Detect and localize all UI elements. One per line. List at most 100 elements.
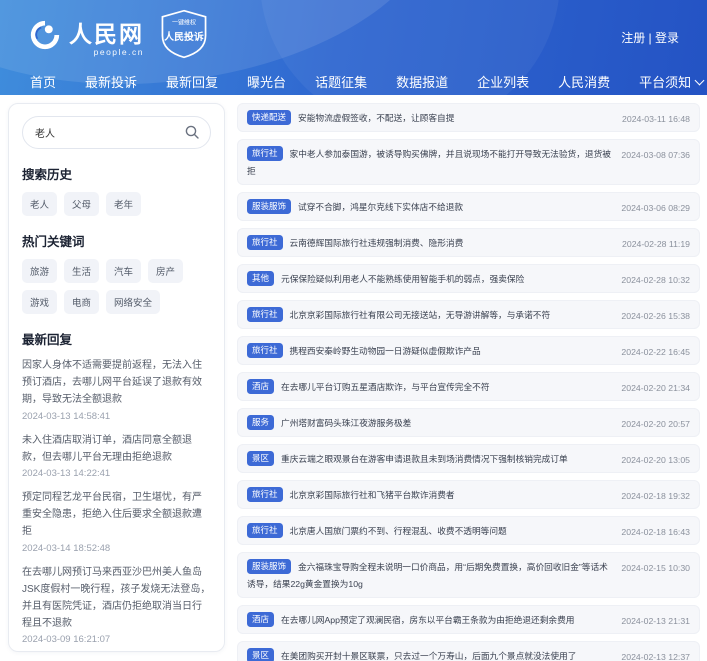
complaint-text: 在去哪儿网App预定了观澜民宿，房东以平台霸王条款为由拒绝退还剩余费用 [281,615,575,625]
complaint-date: 2024-02-13 12:37 [621,652,690,661]
content: 搜索历史 老人父母老年 热门关键词 旅游生活汽车房产游戏电商网络安全 最新回复 … [0,95,707,661]
complaint-row[interactable]: 旅行社 北京京彩国际旅行社有限公司无接送站，无导游讲解等，与承诺不符 2024-02… [237,300,700,329]
keyword-tag[interactable]: 汽车 [106,259,142,283]
reply-date: 2024-03-13 14:22:41 [22,467,111,479]
reply-item[interactable]: 预定同程艺龙平台民宿，卫生堪忧，有严重安全隐患，拒绝入住后要求全额退款遭拒 202… [22,489,211,554]
complaint-row[interactable]: 旅行社 家中老人参加泰国游，被诱导购买佛牌，并且说现场不能打开导致无法验货，退货被… [237,139,700,185]
nav-item-7[interactable]: 企业列表 [477,72,529,91]
category-badge: 服务 [247,415,275,430]
complaint-date: 2024-02-20 20:57 [621,419,690,429]
search-history-tags: 老人 父母 老年 [22,192,211,216]
category-badge: 景区 [247,648,275,661]
reply-text: 在去哪儿网预订马来西亚沙巴州美人鱼岛JSK度假村一晚行程，孩子发烧无法登岛，并且… [22,566,211,630]
nav-item-4[interactable]: 曝光台 [247,72,286,91]
complaint-date: 2024-03-08 07:36 [621,150,690,160]
keyword-tag[interactable]: 老人 [22,192,58,216]
category-badge: 旅行社 [247,523,283,538]
complaint-text: 携程西安秦岭野生动物园一日游疑似虚假欺诈产品 [289,346,481,356]
nav-item-label: 平台须知 [639,75,692,90]
nav-item-label: 人民消费 [558,75,611,90]
complaint-row[interactable]: 服装服饰 试穿不合脚，鸿星尔克线下实体店不给退款 2024-03-06 08:29 [237,192,700,221]
nav-item-1[interactable]: 首页 [30,72,56,91]
keyword-tag[interactable]: 生活 [64,259,100,283]
page: 人民网 people.cn 一键维权 人民投诉 注册 | 登录 首页 最新投诉 最新… [0,0,707,661]
nav-bar: 首页 最新投诉 最新回复 曝光台 话题征集 数据报道 企业列表 人民消费 平台须知 [0,66,707,95]
complaint-row[interactable]: 酒店 在去哪儿网App预定了观澜民宿，房东以平台霸王条款为由拒绝退还剩余费用 202… [237,605,700,634]
search-icon[interactable] [184,124,200,140]
nav-item-label: 话题征集 [315,75,368,90]
nav-item-3[interactable]: 最新回复 [166,72,218,91]
complaint-text: 北京京彩国际旅行社和飞猪平台欺诈消费者 [289,490,455,500]
shield-slogan: 一键维权 [172,18,196,26]
reply-date: 2024-03-09 16:21:07 [22,634,111,646]
complaint-row[interactable]: 其他 元保保险疑似利用老人不能熟练使用智能手机的弱点，强卖保险 2024-02-28… [237,264,700,293]
complaint-row[interactable]: 酒店 在去哪儿平台订购五星酒店欺诈，与平台宣传完全不符 2024-02-20 21:… [237,372,700,401]
search-box [22,116,211,149]
category-badge: 酒店 [247,612,275,627]
nav-item-label: 企业列表 [477,75,530,90]
complaint-row[interactable]: 景区 重庆云端之眼观景台在游客申请退款且未到场消费情况下强制核销完成订单 2024-… [237,444,700,473]
reply-item[interactable]: 在去哪儿网预订马来西亚沙巴州美人鱼岛JSK度假村一晚行程，孩子发烧无法登岛，并且… [22,564,211,646]
complaint-row[interactable]: 旅行社 北京唐人国旅门票约不到、行程混乱、收费不透明等问题 2024-02-18 1… [237,516,700,545]
reply-text: 未入住酒店取消订单，酒店同意全额退款，但去哪儿平台无理由拒绝退款 [22,434,192,463]
complaint-date: 2024-02-13 21:31 [621,616,690,626]
complaint-row[interactable]: 旅行社 携程西安秦岭野生动物园一日游疑似虚假欺诈产品 2024-02-22 16:4… [237,336,700,365]
people-cn-swirl-icon [28,18,62,57]
category-badge: 快递配送 [247,110,292,125]
header: 人民网 people.cn 一键维权 人民投诉 注册 | 登录 首页 最新投诉 最新… [0,0,707,95]
complaint-text: 安能物流虚假签收，不配送，让顾客自提 [298,113,455,123]
complaint-row[interactable]: 服装服饰 金六福珠宝导购全程未说明一口价商品，用“后期免费置换，高价回收旧金”等话… [237,552,700,598]
nav-item-2[interactable]: 最新投诉 [85,72,137,91]
complaint-text: 重庆云端之眼观景台在游客申请退款且未到场消费情况下强制核销完成订单 [281,454,568,464]
complaint-row[interactable]: 景区 在美团购买开封十景区联票，只去过一个万寿山，后面九个景点就没法使用了 2024… [237,641,700,661]
keyword-tag[interactable]: 父母 [64,192,100,216]
reply-date: 2024-03-13 14:58:41 [22,410,111,422]
complaint-row[interactable]: 旅行社 北京京彩国际旅行社和飞猪平台欺诈消费者 2024-02-18 19:32 [237,480,700,509]
nav-item-8[interactable]: 人民消费 [558,72,610,91]
reply-date: 2024-03-14 18:52:48 [22,542,111,554]
complaint-date: 2024-03-11 16:48 [622,114,690,124]
complaint-text: 金六福珠宝导购全程未说明一口价商品，用“后期免费置换，高价回收旧金”等话术诱导，… [247,562,608,589]
hot-keywords-title: 热门关键词 [22,235,85,249]
complaint-row[interactable]: 快递配送 安能物流虚假签收，不配送，让顾客自提 2024-03-11 16:48 [237,103,700,132]
nav-item-6[interactable]: 数据报道 [396,72,448,91]
reply-text: 因家人身体不适需要提前返程，无法入住预订酒店，去哪儿网平台延误了退款有效期，导致… [22,360,202,406]
keyword-tag[interactable]: 游戏 [22,290,58,314]
complaint-list: 快递配送 安能物流虚假签收，不配送，让顾客自提 2024-03-11 16:48 旅行… [237,103,700,661]
complaint-text: 北京唐人国旅门票约不到、行程混乱、收费不透明等问题 [289,526,507,536]
register-login-link[interactable]: 注册 | 登录 [621,29,679,46]
keyword-tag[interactable]: 电商 [64,290,100,314]
complaint-date: 2024-02-18 16:43 [621,527,690,537]
hot-keyword-tags: 旅游 生活 汽车 房产游戏 电商 网络安全 [22,259,211,314]
complaint-text: 家中老人参加泰国游，被诱导购买佛牌，并且说现场不能打开导致无法验货，退货被拒 [247,149,611,176]
reply-item[interactable]: 因家人身体不适需要提前返程，无法入住预订酒店，去哪儿网平台延误了退款有效期，导致… [22,357,211,422]
complaint-date: 2024-02-28 10:32 [621,275,690,285]
shield-label: 人民投诉 [164,30,204,43]
complaint-text: 在美团购买开封十景区联票，只去过一个万寿山，后面九个景点就没法使用了 [281,651,577,661]
nav-item-9[interactable]: 平台须知 [639,72,705,91]
complaint-text: 元保保险疑似利用老人不能熟练使用智能手机的弱点，强卖保险 [281,274,525,284]
keyword-tag[interactable]: 老年 [106,192,142,216]
nav-item-label: 最新投诉 [85,75,138,90]
complaint-text: 广州塔财富码头珠江夜游服务极差 [281,418,412,428]
search-input[interactable] [22,116,211,149]
keyword-tag[interactable]: 房产 [148,259,184,283]
complaint-row[interactable]: 旅行社 云南德辉国际旅行社违规强制消费、隐形消费 2024-02-28 11:19 [237,228,700,257]
site-logo[interactable]: 人民网 people.cn [28,18,144,57]
nav-item-5[interactable]: 话题征集 [315,72,367,91]
complaint-date: 2024-02-18 19:32 [621,491,690,501]
main-panel: 快递配送 安能物流虚假签收，不配送，让顾客自提 2024-03-11 16:48 旅行… [237,103,700,661]
nav-item-label: 最新回复 [166,75,219,90]
category-badge: 服装服饰 [247,559,292,574]
keyword-tag[interactable]: 网络安全 [106,290,161,314]
keyword-tag[interactable]: 旅游 [22,259,58,283]
complaint-date: 2024-02-28 11:19 [622,239,690,249]
complaint-text: 云南德辉国际旅行社违规强制消费、隐形消费 [289,238,464,248]
nav-item-label: 数据报道 [396,75,449,90]
latest-replies-title: 最新回复 [22,333,73,347]
site-subtitle: people.cn [93,47,144,57]
complaint-row[interactable]: 服务 广州塔财富码头珠江夜游服务极差 2024-02-20 20:57 [237,408,700,437]
reply-item[interactable]: 未入住酒店取消订单，酒店同意全额退款，但去哪儿平台无理由拒绝退款 2024-03-… [22,432,211,479]
category-badge: 旅行社 [247,307,283,322]
complaint-text: 试穿不合脚，鸿星尔克线下实体店不给退款 [298,202,464,212]
